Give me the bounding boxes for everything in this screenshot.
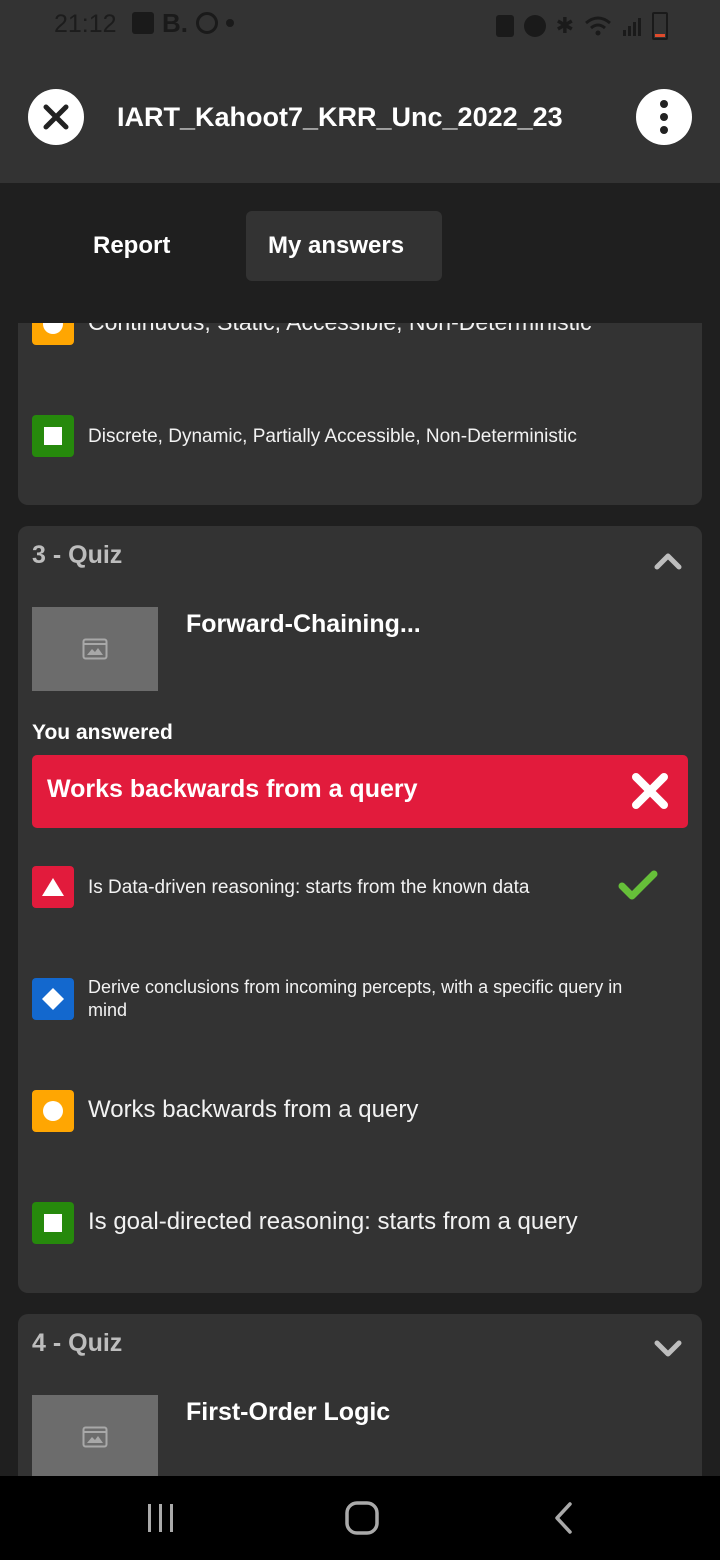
- circle-shape-icon: [32, 323, 74, 345]
- question-image-placeholder: [32, 1395, 158, 1476]
- question-header: 4 - Quiz: [32, 1329, 123, 1357]
- answer-option-text: Discrete, Dynamic, Partially Accessible,…: [88, 426, 577, 447]
- correct-check-icon: [618, 870, 658, 900]
- tab-my-answers[interactable]: My answers: [246, 211, 442, 281]
- question-title: First-Order Logic: [186, 1398, 391, 1426]
- question-header: 3 - Quiz: [32, 541, 123, 569]
- circle-shape-icon: [32, 1090, 74, 1132]
- tab-bar: Report My answers: [0, 183, 720, 323]
- incorrect-icon: [632, 773, 668, 809]
- system-nav-bar: [0, 1476, 720, 1560]
- diamond-shape-icon: [32, 978, 74, 1020]
- status-bar: 21:12 B. ✱: [0, 0, 720, 58]
- image-icon: [82, 1426, 108, 1448]
- chevron-down-icon[interactable]: [654, 1340, 682, 1358]
- alarm-icon: [523, 15, 546, 37]
- answer-option-text: Is goal-directed reasoning: starts from …: [88, 1208, 578, 1235]
- answers-list[interactable]: Continuous, Static, Accessible, Non-Dete…: [0, 323, 720, 1476]
- question-image-placeholder: [32, 607, 158, 691]
- close-button[interactable]: [28, 89, 84, 145]
- chevron-up-icon[interactable]: [654, 552, 682, 570]
- answer-option-text: Continuous, Static, Accessible, Non-Dete…: [88, 323, 592, 337]
- tab-report[interactable]: Report: [71, 211, 192, 281]
- gallery-icon: [132, 12, 154, 34]
- status-time: 21:12: [54, 10, 117, 38]
- battery-icon: [652, 12, 668, 40]
- close-icon: [43, 104, 69, 130]
- wifi-icon: [585, 16, 611, 36]
- triangle-shape-icon: [32, 866, 74, 908]
- your-answer-banner: Works backwards from a query: [32, 755, 688, 828]
- image-icon: [82, 638, 108, 660]
- more-options-button[interactable]: [636, 89, 692, 145]
- bluetooth-icon: ✱: [555, 13, 574, 38]
- b-app-icon: B.: [162, 8, 188, 38]
- question-title: Forward-Chaining...: [186, 610, 421, 638]
- you-answered-label: You answered: [32, 721, 173, 744]
- more-vertical-icon: [660, 100, 668, 134]
- answer-option-text: Works backwards from a query: [88, 1096, 419, 1123]
- your-answer-text: Works backwards from a query: [47, 775, 418, 803]
- page-title: IART_Kahoot7_KRR_Unc_2022_23: [117, 102, 563, 132]
- question-card-4[interactable]: 4 - Quiz First-Order Logic: [18, 1314, 702, 1476]
- answer-option-text: Is Data-driven reasoning: starts from th…: [88, 877, 530, 898]
- square-shape-icon: [32, 415, 74, 457]
- home-icon[interactable]: [344, 1500, 380, 1536]
- recent-apps-icon[interactable]: [145, 1502, 177, 1534]
- question-card-previous: Continuous, Static, Accessible, Non-Dete…: [18, 323, 702, 505]
- square-shape-icon: [32, 1202, 74, 1244]
- answer-option-text: Derive conclusions from incoming percept…: [88, 977, 623, 1020]
- dot-icon: [226, 19, 234, 27]
- question-card-3: 3 - Quiz Forward-Chaining... You answere…: [18, 526, 702, 1293]
- lock-icon: [495, 15, 514, 37]
- signal-icon: [623, 18, 641, 36]
- top-app-bar: IART_Kahoot7_KRR_Unc_2022_23: [0, 58, 720, 183]
- back-icon[interactable]: [552, 1500, 576, 1536]
- instagram-icon: [196, 12, 218, 34]
